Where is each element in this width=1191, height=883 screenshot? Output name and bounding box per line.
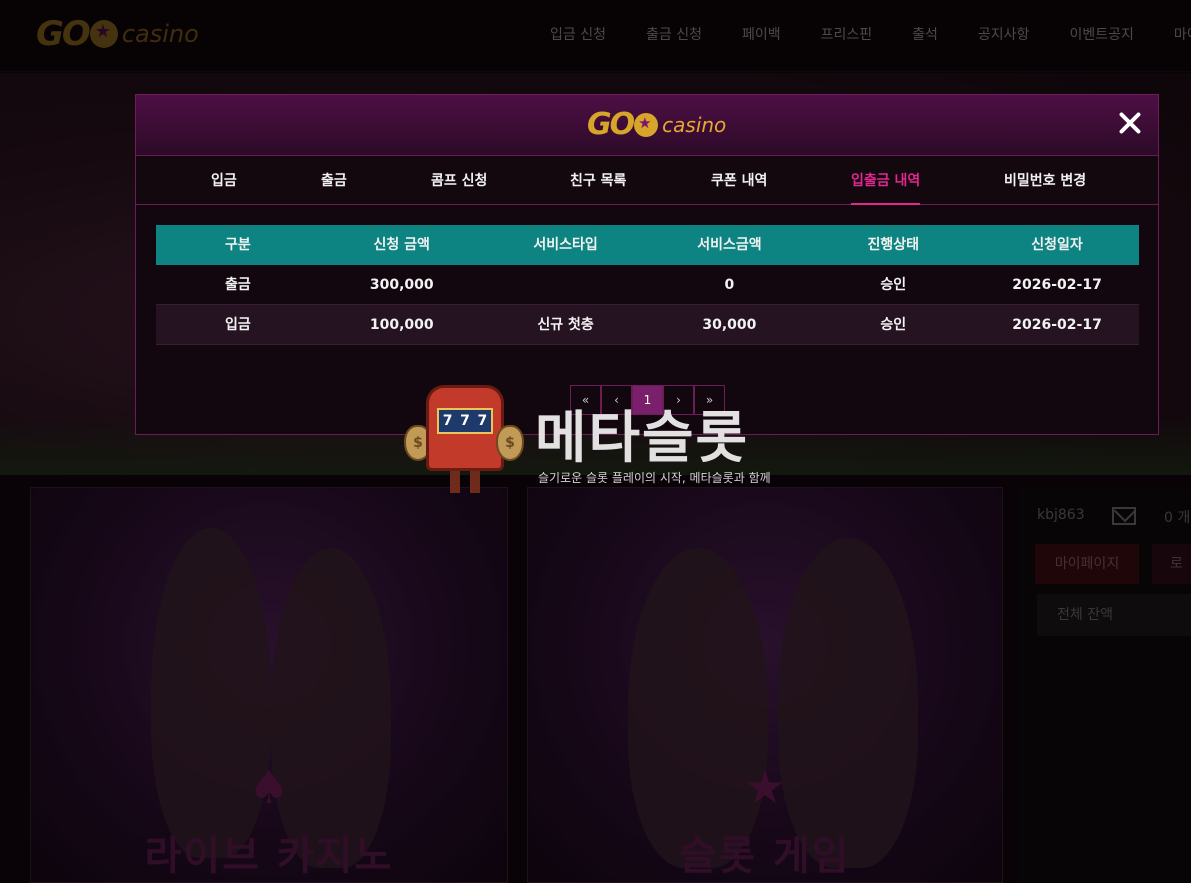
- tab-coupon-history[interactable]: 쿠폰 내역: [711, 156, 767, 204]
- reel-symbol: 7: [477, 413, 488, 429]
- table-cell: [484, 265, 648, 304]
- column-header: 서비스금액: [697, 237, 762, 253]
- column-header: 신청 금액: [373, 237, 430, 253]
- transaction-table: 구분 신청 금액 서비스타입 서비스금액 진행상태 신청일자 출금 300,00…: [156, 225, 1139, 345]
- mascot-legs: [446, 471, 486, 495]
- account-modal: GO casino 입금 출금 콤프 신청 친구 목록 쿠폰 내역 입출금 내역…: [135, 94, 1159, 435]
- reel-symbol: 7: [442, 413, 453, 429]
- table-cell: 30,000: [702, 317, 757, 333]
- slot-machine-icon: 7 7 7: [426, 385, 504, 471]
- watermark: $ 7 7 7 $ 메타슬롯 슬기로운 슬롯 플레이의 시작, 메타슬롯과 함께: [404, 385, 804, 500]
- table-cell: 2026-02-17: [1012, 277, 1102, 293]
- column-header: 구분: [225, 237, 251, 253]
- table-cell: 2026-02-17: [1012, 317, 1102, 333]
- tab-comp-request[interactable]: 콤프 신청: [431, 156, 487, 204]
- close-icon[interactable]: [1116, 109, 1144, 137]
- table-cell: 승인: [880, 277, 907, 293]
- logo-go-text: GO: [587, 107, 635, 142]
- table-header: 구분 신청 금액 서비스타입 서비스금액 진행상태 신청일자: [156, 225, 1139, 265]
- tab-friend-list[interactable]: 친구 목록: [570, 156, 626, 204]
- slot-reels: 7 7 7: [437, 408, 493, 434]
- table-cell: 300,000: [369, 277, 434, 293]
- tab-change-password[interactable]: 비밀번호 변경: [1004, 156, 1086, 204]
- table-row: 입금 100,000 신규 첫충 30,000 승인 2026-02-17: [156, 305, 1139, 345]
- modal-logo: GO casino: [587, 107, 726, 142]
- logo-star-icon: [634, 112, 659, 137]
- logo-casino-text: casino: [662, 112, 727, 137]
- table-row: 출금 300,000 0 승인 2026-02-17: [156, 265, 1139, 305]
- column-header: 서비스타입: [533, 237, 598, 253]
- reel-symbol: 7: [460, 413, 470, 429]
- table-cell: 출금: [225, 277, 251, 293]
- watermark-title: 메타슬롯: [535, 406, 750, 471]
- table-cell: 입금: [225, 317, 251, 333]
- tab-transaction-history[interactable]: 입출금 내역: [851, 156, 921, 205]
- table-cell: 100,000: [369, 317, 434, 333]
- tab-deposit[interactable]: 입금: [211, 156, 237, 204]
- table-cell: 신규 첫충: [537, 317, 594, 333]
- column-header: 진행상태: [867, 237, 919, 253]
- modal-header: GO casino: [136, 95, 1158, 155]
- table-cell: 0: [724, 277, 735, 293]
- table-cell: 승인: [880, 317, 907, 333]
- modal-tabs: 입금 출금 콤프 신청 친구 목록 쿠폰 내역 입출금 내역 비밀번호 변경: [136, 155, 1158, 205]
- watermark-subtitle: 슬기로운 슬롯 플레이의 시작, 메타슬롯과 함께: [538, 471, 771, 485]
- tab-withdraw[interactable]: 출금: [321, 156, 347, 204]
- column-header: 신청일자: [1031, 237, 1083, 253]
- money-bag-icon: $: [496, 425, 524, 461]
